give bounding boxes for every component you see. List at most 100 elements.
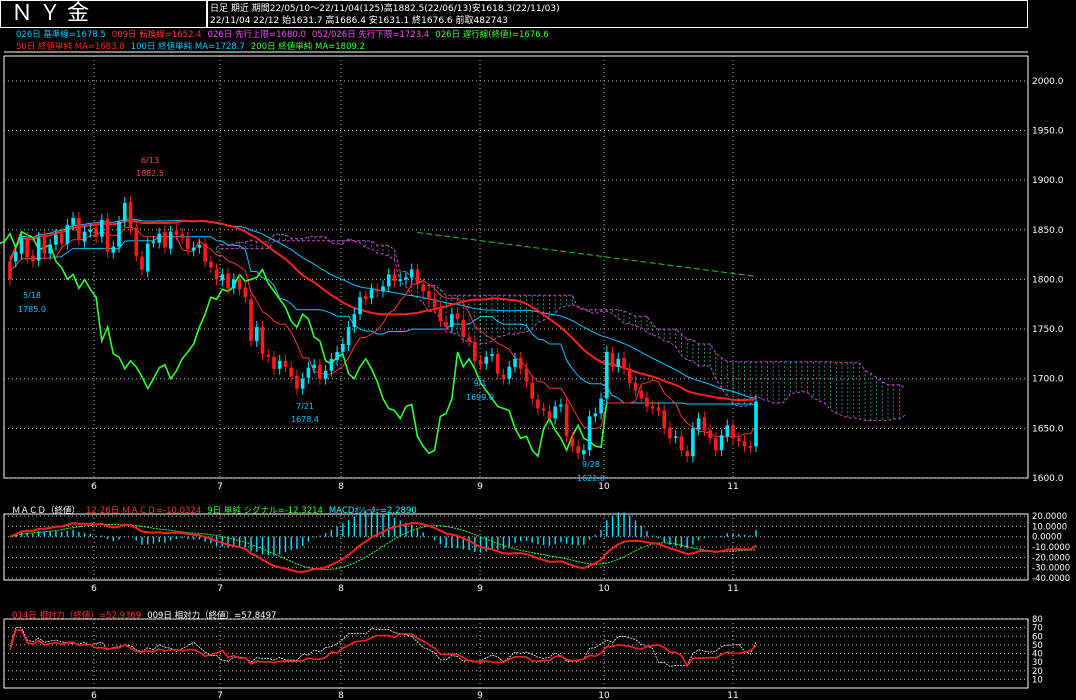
candle-body bbox=[450, 314, 454, 328]
x-tick-label: 8 bbox=[338, 691, 344, 700]
candle-body bbox=[186, 237, 190, 250]
candle-body bbox=[714, 438, 718, 451]
candle-body bbox=[71, 217, 75, 225]
candle-body bbox=[599, 398, 603, 414]
candle-body bbox=[461, 320, 466, 338]
candle-body bbox=[530, 382, 534, 399]
candle-body bbox=[105, 218, 110, 252]
macd-tick-label: 0.0000 bbox=[1032, 533, 1062, 543]
candle-body bbox=[272, 356, 276, 369]
candle-body bbox=[88, 229, 93, 232]
candle-body bbox=[335, 351, 339, 360]
candle-body bbox=[421, 284, 425, 292]
x-tick-label: 10 bbox=[598, 691, 610, 700]
candle-body bbox=[404, 277, 408, 280]
candle-body bbox=[668, 427, 672, 439]
candle-body bbox=[564, 403, 569, 437]
candle-body bbox=[398, 279, 403, 281]
x-tick-label: 11 bbox=[727, 482, 738, 492]
candle-body bbox=[736, 438, 741, 442]
candle-body bbox=[415, 269, 420, 284]
candle-body bbox=[645, 397, 649, 407]
x-tick-label: 7 bbox=[217, 584, 223, 594]
panel-frame bbox=[3, 55, 1029, 479]
candle-body bbox=[495, 353, 500, 374]
candle-body bbox=[627, 368, 632, 383]
candle-body bbox=[490, 353, 494, 356]
annotation-date: 6/13 bbox=[141, 156, 159, 165]
candle-body bbox=[25, 237, 30, 258]
candle-body bbox=[685, 451, 689, 457]
candle-body bbox=[134, 227, 139, 256]
candle-body bbox=[226, 273, 230, 289]
candle-body bbox=[145, 243, 150, 272]
candle-body bbox=[541, 408, 546, 411]
macd-tick-label: -30.0000 bbox=[1032, 564, 1070, 574]
candle-body bbox=[392, 274, 397, 282]
candle-body bbox=[725, 425, 730, 437]
macd-tick-label: 20.0000 bbox=[1032, 512, 1067, 522]
macd-tick-label: 10.0000 bbox=[1032, 522, 1067, 532]
candle-body bbox=[341, 343, 345, 352]
candle-body bbox=[65, 224, 70, 244]
candle-body bbox=[191, 247, 196, 251]
candle-body bbox=[547, 411, 552, 419]
candle-body bbox=[157, 233, 161, 243]
candle-body bbox=[329, 358, 334, 371]
chart-canvas: 6 6 6 7 7 7 8 8 8 9 9 9 10 10 10 11 11 11 2000.0 1950.0 1900… bbox=[0, 51, 1070, 700]
candle-body bbox=[455, 313, 460, 320]
y-tick-label: 1600.0 bbox=[1032, 474, 1064, 484]
candle-body bbox=[59, 233, 64, 244]
candle-body bbox=[295, 375, 299, 389]
x-tick-label: 8 bbox=[338, 482, 344, 492]
x-tick-label: 11 bbox=[727, 584, 738, 594]
candle-body bbox=[582, 450, 586, 455]
ma200-line bbox=[417, 232, 757, 277]
candle-body bbox=[323, 370, 328, 379]
candle-body bbox=[593, 413, 598, 417]
y-tick-label: 1800.0 bbox=[1032, 275, 1064, 285]
x-tick-label: 7 bbox=[217, 691, 223, 700]
candle-body bbox=[203, 243, 207, 262]
candle-body bbox=[536, 399, 540, 409]
candle-body bbox=[31, 255, 35, 262]
candle-body bbox=[128, 201, 133, 228]
candle-body bbox=[742, 441, 747, 447]
candle-body bbox=[358, 297, 362, 315]
macd-tick-label: -10.0000 bbox=[1032, 543, 1070, 553]
ichimoku-cloud bbox=[216, 233, 900, 421]
candle-body bbox=[432, 298, 437, 308]
x-tick-label: 9 bbox=[477, 584, 483, 594]
candle-body bbox=[8, 261, 12, 280]
candle-body bbox=[312, 364, 316, 368]
x-tick-label: 8 bbox=[338, 584, 344, 594]
candle-body bbox=[650, 406, 655, 409]
candle-body bbox=[576, 446, 580, 454]
candle-body bbox=[691, 428, 695, 457]
macd-tick-label: -40.0000 bbox=[1032, 574, 1070, 584]
x-tick-label: 11 bbox=[727, 691, 738, 700]
candle-body bbox=[36, 237, 41, 261]
candle-body bbox=[140, 256, 144, 270]
candle-body bbox=[633, 382, 638, 391]
candle-body bbox=[220, 274, 225, 281]
x-tick-label: 9 bbox=[477, 482, 483, 492]
candle-body bbox=[427, 291, 431, 300]
candle-body bbox=[639, 390, 644, 399]
candle-body bbox=[48, 244, 52, 254]
y-tick-label: 1650.0 bbox=[1032, 424, 1064, 434]
candle-body bbox=[163, 231, 167, 248]
candle-body bbox=[501, 374, 506, 379]
candle-body bbox=[243, 287, 248, 298]
candle-body bbox=[94, 227, 98, 237]
candle-body bbox=[117, 221, 121, 247]
annotation-value: 1785.0 bbox=[18, 305, 46, 314]
candle-body bbox=[513, 358, 517, 367]
candle-body bbox=[622, 357, 626, 369]
candle-body bbox=[151, 241, 156, 244]
candle-body bbox=[484, 356, 489, 364]
y-tick-label: 1700.0 bbox=[1032, 375, 1064, 385]
candle-body bbox=[673, 436, 678, 438]
candle-body bbox=[346, 327, 351, 345]
x-tick-label: 6 bbox=[91, 691, 97, 700]
